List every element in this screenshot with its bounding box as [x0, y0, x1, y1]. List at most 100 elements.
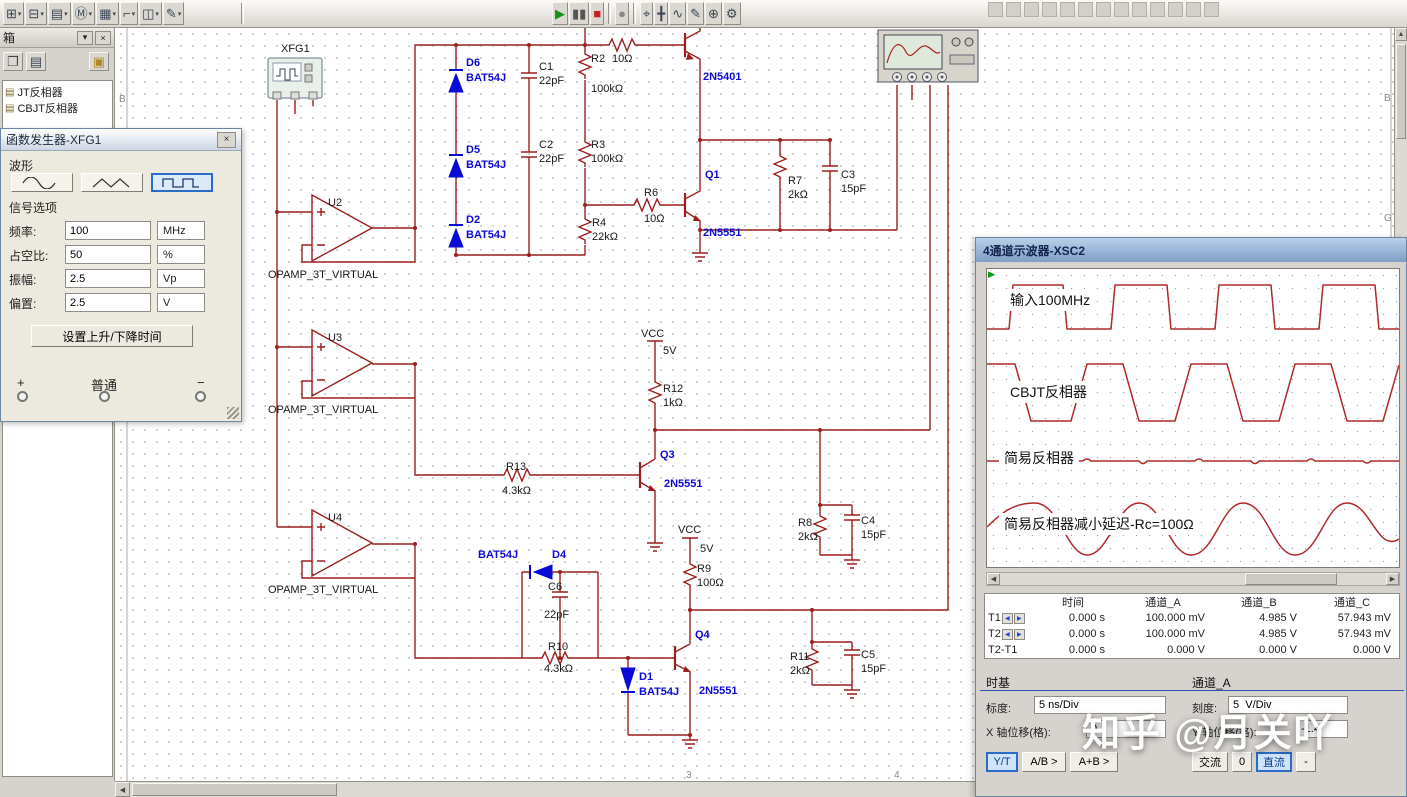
pause-button[interactable]: ▮▮ [569, 2, 590, 25]
component-label[interactable]: D2 [466, 214, 480, 226]
horizontal-scroll-thumb[interactable] [132, 783, 337, 796]
component-label[interactable]: Q4 [695, 629, 711, 641]
terminal-common-radio[interactable] [99, 391, 110, 402]
component-label[interactable]: BAT54J [466, 229, 506, 241]
resistor-r9[interactable] [683, 559, 697, 590]
component-label[interactable]: C5 [861, 649, 875, 661]
run-button[interactable]: ▶ [552, 2, 568, 25]
scroll-up-icon[interactable]: ▲ [1395, 28, 1407, 41]
minus-coupling-button[interactable]: - [1296, 752, 1316, 772]
zoom-icon[interactable]: ⊕ [705, 2, 722, 25]
component-label[interactable]: OPAMP_3T_VIRTUAL [268, 404, 378, 416]
scope-titlebar[interactable]: 4通道示波器-XSC2 [976, 238, 1406, 262]
component-label[interactable]: D6 [466, 57, 480, 69]
toolbox-titlebar[interactable]: 箱 ▾ × [0, 28, 114, 48]
terminal-plus-radio[interactable] [17, 391, 28, 402]
dialog-titlebar[interactable]: 函数发生器-XFG1 × [1, 129, 241, 151]
folder-icon[interactable]: ▣ [89, 52, 109, 71]
doc-icon[interactable]: ▤ [26, 52, 46, 71]
square-wave-button[interactable] [151, 173, 213, 192]
diode-d6[interactable] [448, 69, 464, 93]
component-label[interactable]: VCC [641, 328, 664, 340]
component-label[interactable]: 100kΩ [591, 83, 623, 95]
set-rise-fall-button[interactable]: 设置上升/下降时间 [31, 325, 193, 347]
resistor-r2[interactable] [578, 49, 592, 80]
component-label[interactable]: 2kΩ [788, 189, 808, 201]
place-connector-icon[interactable]: ⌐ ▾ [120, 2, 139, 25]
component-label[interactable]: BAT54J [639, 686, 679, 698]
wave-icon[interactable]: ∿ [669, 2, 687, 25]
scroll-right-icon[interactable]: ▶ [1386, 573, 1399, 585]
diode-d2[interactable] [448, 224, 464, 248]
place-text-icon[interactable]: ✎ ▾ [162, 2, 185, 25]
component-label[interactable]: C6 [548, 581, 562, 593]
component-label[interactable]: 15pF [861, 529, 886, 541]
measure-icon[interactable]: ╋ [654, 2, 669, 25]
diode-d4[interactable] [529, 564, 553, 580]
component-label[interactable]: U2 [328, 197, 342, 209]
y-offset-input[interactable] [1296, 720, 1348, 738]
component-label[interactable]: 100Ω [697, 577, 724, 589]
component-label[interactable]: U3 [328, 332, 342, 344]
component-label[interactable]: 4.3kΩ [544, 663, 573, 675]
component-label[interactable]: R8 [798, 517, 812, 529]
sine-wave-button[interactable] [11, 173, 73, 192]
component-label[interactable]: 2N5401 [703, 71, 742, 83]
component-label[interactable]: BAT54J [478, 549, 518, 561]
place-wire-icon[interactable]: ▤ ▾ [47, 2, 71, 25]
component-label[interactable]: OPAMP_3T_VIRTUAL [268, 269, 378, 281]
component-label[interactable]: XFG1 [281, 43, 310, 55]
wires[interactable] [276, 28, 949, 749]
resistor-r5[interactable] [604, 38, 640, 52]
component-label[interactable]: R7 [788, 175, 802, 187]
zero-coupling-button[interactable]: 0 [1232, 752, 1252, 772]
resistor-r6[interactable] [629, 198, 665, 212]
component-label[interactable]: 2N5551 [703, 227, 742, 239]
component-label[interactable]: 22pF [544, 609, 569, 621]
resize-grip[interactable] [227, 407, 239, 419]
capacitor-plates[interactable] [521, 72, 860, 656]
timebase-scale-input[interactable] [1034, 696, 1166, 714]
component-label[interactable]: D4 [552, 549, 567, 561]
component-label[interactable]: 22pF [539, 153, 564, 165]
terminal-minus-radio[interactable] [195, 391, 206, 402]
component-label[interactable]: C1 [539, 61, 553, 73]
component-label[interactable]: R3 [591, 139, 605, 151]
triangle-wave-button[interactable] [81, 173, 143, 192]
duty-cycle-input[interactable] [65, 245, 151, 264]
component-label[interactable]: OPAMP_3T_VIRTUAL [268, 584, 378, 596]
component-label[interactable]: VCC [678, 524, 701, 536]
component-label[interactable]: 22pF [539, 75, 564, 87]
component-label[interactable]: C2 [539, 139, 553, 151]
component-label[interactable]: D1 [639, 671, 653, 683]
t1-left-icon[interactable]: ◀ [1001, 612, 1013, 624]
close-icon[interactable]: × [217, 131, 236, 148]
component-label[interactable]: 2N5551 [664, 478, 703, 490]
t1-right-icon[interactable]: ▶ [1013, 612, 1025, 624]
function-generator-icon[interactable] [267, 57, 323, 100]
component-label[interactable]: R2 [591, 53, 605, 65]
component-label[interactable]: 10Ω [612, 53, 632, 65]
component-label[interactable]: 2kΩ [798, 531, 818, 543]
component-label[interactable]: 5V [663, 345, 677, 357]
pen-icon[interactable]: ✎ [687, 2, 704, 25]
scope-display[interactable]: ▶ 输入100MHz CBJT反相器 简易反相器 简易反相器减小延迟-Rc=10… [986, 268, 1400, 568]
channel-scale-input[interactable] [1228, 696, 1348, 714]
component-label[interactable]: R10 [548, 641, 568, 653]
diode-d1[interactable] [620, 667, 636, 693]
dc-coupling-button[interactable]: 直流 [1256, 752, 1292, 772]
component-label[interactable]: 1kΩ [663, 397, 683, 409]
component-label[interactable]: C4 [861, 515, 875, 527]
scope-scroll-thumb[interactable] [1245, 573, 1337, 585]
oscilloscope-icon[interactable] [877, 29, 979, 83]
t2-left-icon[interactable]: ◀ [1001, 628, 1013, 640]
component-label[interactable]: Q1 [705, 169, 720, 181]
component-label[interactable]: R6 [644, 187, 658, 199]
x-offset-input[interactable] [1086, 720, 1166, 738]
pin-icon[interactable]: ▾ [77, 30, 93, 45]
a-plus-b-mode-button[interactable]: A+B > [1070, 752, 1118, 772]
ac-coupling-button[interactable]: 交流 [1192, 752, 1228, 772]
settings-icon[interactable]: ⚙ [722, 2, 741, 25]
close-icon[interactable]: × [95, 30, 111, 45]
component-label[interactable]: 15pF [841, 183, 866, 195]
